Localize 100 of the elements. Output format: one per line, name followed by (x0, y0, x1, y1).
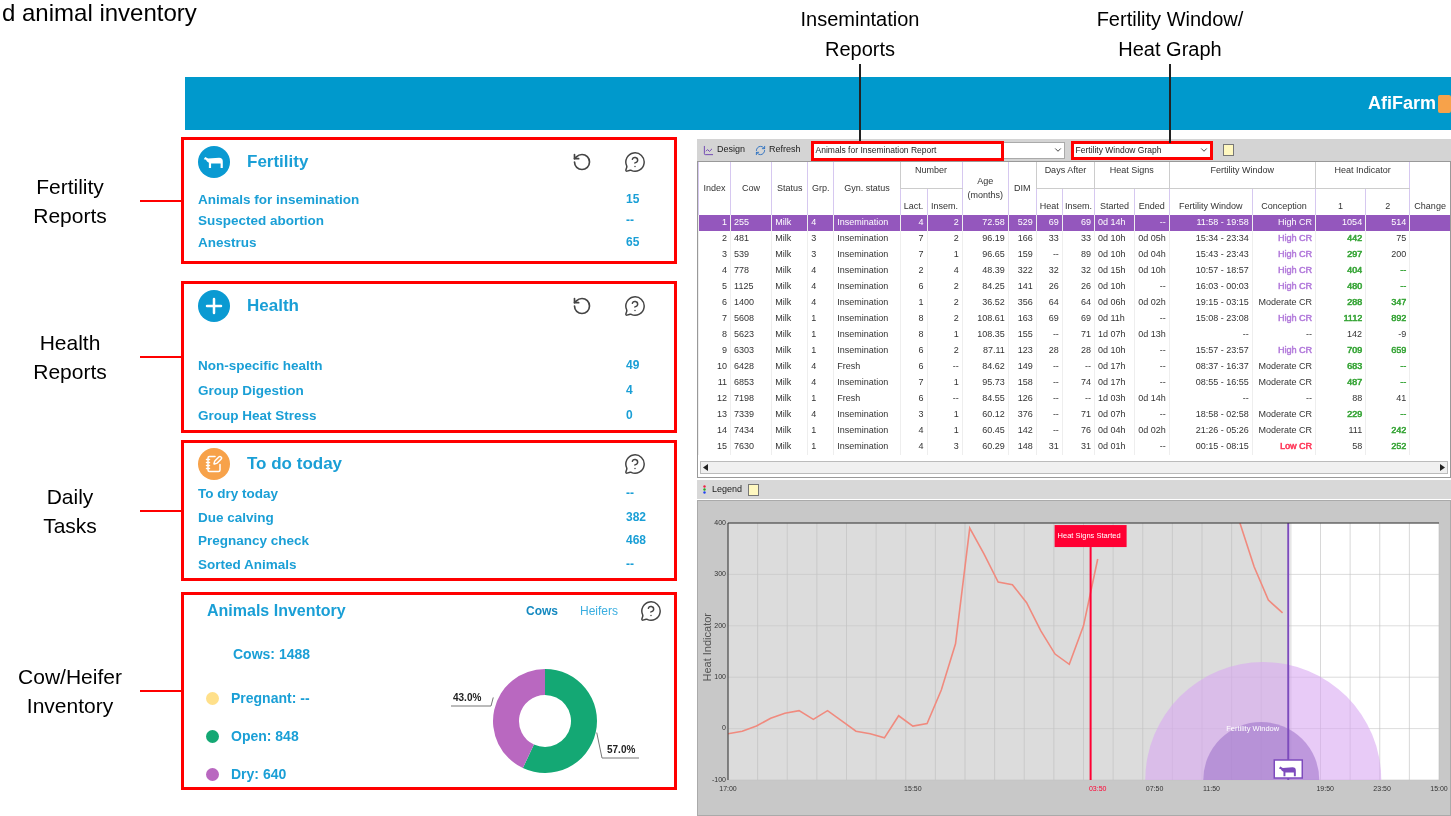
table-row[interactable]: 1 255 Milk 4 Insemination 4 2 72.58 529 69 69 0d 14h -- 11:58 - 19:58 High CR 1054 514 (698, 215, 1450, 231)
legend-label: Dry: 640 (231, 765, 287, 784)
table-cell: 7 (918, 233, 924, 244)
help-icon[interactable] (624, 452, 646, 475)
table-cell: 0d 14h (1138, 393, 1166, 404)
table-cell: 89 (1080, 249, 1091, 260)
report-count: 15 (626, 190, 641, 208)
table-cell: Moderate CR (1258, 361, 1312, 372)
table-row[interactable]: 9 6303 Milk 1 Insemination 6 2 87.11 123 28 28 0d 10h -- 15:57 - 23:57 High CR 709 659 (698, 343, 1450, 359)
scroll-right-icon[interactable] (1440, 464, 1445, 471)
table-cell: -- (1052, 249, 1059, 260)
table-cell: Insemination (837, 441, 889, 452)
table-row[interactable]: 12 7198 Milk 1 Fresh 6 -- 84.55 126 -- -- 1d 03h 0d 14h -- -- 88 41 (698, 391, 1450, 407)
toolbar-button[interactable]: Design (701, 143, 747, 157)
table-cell: 2 (953, 233, 959, 244)
help-icon[interactable] (748, 483, 760, 496)
refresh-icon[interactable] (572, 152, 592, 172)
dropdown-caret-icon[interactable] (1198, 145, 1209, 155)
toolbar-button[interactable]: Refresh (753, 143, 803, 157)
table-row[interactable]: 4 778 Milk 4 Insemination 2 4 48.39 322 32 32 0d 15h 0d 10h 10:57 - 18:57 High CR 404 -- (698, 263, 1450, 279)
table-cell: 404 (1347, 265, 1363, 276)
table-cell: 32 (1080, 265, 1091, 276)
note-pencil-icon (205, 454, 223, 473)
table-row[interactable]: 2 481 Milk 3 Insemination 7 2 96.19 166 33 33 0d 10h 0d 05h 15:34 - 23:34 High CR 442 75 (698, 231, 1450, 247)
table-cell: -- (1159, 345, 1166, 356)
cow-icon (1278, 766, 1296, 777)
help-icon[interactable] (1222, 144, 1234, 156)
annotation-label: Health Reports (32, 330, 108, 385)
table-cell: 6 (722, 297, 728, 308)
table-cell: 15 (717, 441, 728, 452)
table-cell: 15:08 - 23:08 (1195, 313, 1249, 324)
refresh-icon[interactable] (572, 296, 592, 316)
table-cell: -- (1052, 393, 1059, 404)
table-cell: 2 (918, 265, 924, 276)
table-cell: 1d 07h (1097, 329, 1126, 340)
table-row[interactable]: 11 6853 Milk 4 Insemination 7 1 95.73 158 -- 74 0d 17h -- 08:55 - 16:55 Moderate CR 487 -- (698, 375, 1450, 391)
dropdown-caret-icon[interactable] (1052, 145, 1063, 155)
table-row[interactable]: 13 7339 Milk 4 Insemination 3 1 60.12 376 -- 71 0d 07h -- 18:58 - 02:58 Moderate CR 229 -- (698, 407, 1450, 423)
table-cell: -- (1052, 425, 1059, 436)
leader-line (596, 732, 640, 759)
table-row[interactable]: 8 5623 Milk 1 Insemination 8 1 108.35 155 -- 71 1d 07h 0d 13h -- -- 142 -9 (698, 327, 1450, 343)
help-icon[interactable] (624, 151, 646, 173)
table-cell: 95.73 (982, 377, 1005, 388)
table-cell: -- (1400, 361, 1407, 372)
table-cell: 69 (1048, 313, 1059, 324)
table-row[interactable]: 15 7630 Milk 1 Insemination 4 3 60.29 148 31 31 0d 01h -- 00:15 - 08:15 Low CR 58 252 (698, 439, 1450, 455)
table-row[interactable]: 6 1400 Milk 4 Insemination 1 2 36.52 356 64 64 0d 06h 0d 02h 19:15 - 03:15 Moderate CR 288 347 (698, 295, 1450, 311)
table-cell: 26 (1048, 281, 1059, 292)
table-row[interactable]: 7 5608 Milk 1 Insemination 8 2 108.61 163 69 69 0d 11h -- 15:08 - 23:08 High CR 1112 892 (698, 311, 1450, 327)
column-group-header: Fertility Window (1169, 162, 1316, 188)
help-icon[interactable] (624, 295, 646, 317)
table-cell: 1 (918, 297, 924, 308)
horizontal-scrollbar[interactable] (700, 461, 1448, 474)
table-cell: 41 (1396, 393, 1407, 404)
table-cell: 08:37 - 16:37 (1195, 361, 1249, 372)
legend-button[interactable]: Legend (712, 482, 743, 497)
help-icon[interactable] (640, 600, 662, 622)
table-cell: 709 (1347, 345, 1363, 356)
select-value: Animals for Insemination Report (815, 143, 937, 157)
table-row[interactable]: 5 1125 Milk 4 Insemination 6 2 84.25 141 26 26 0d 10h -- 16:03 - 00:03 High CR 480 -- (698, 279, 1450, 295)
table-row[interactable]: 3 539 Milk 3 Insemination 7 1 96.65 159 -- 89 0d 10h 0d 04h 15:43 - 23:43 High CR 297 200 (698, 247, 1450, 263)
table-cell: 19:15 - 03:15 (1195, 297, 1249, 308)
table-cell: Moderate CR (1258, 425, 1312, 436)
table-cell: Moderate CR (1258, 377, 1312, 388)
table-cell: 4 (918, 441, 924, 452)
graph-select[interactable]: Fertility Window Graph (1070, 140, 1213, 160)
table-cell: 4 (811, 265, 817, 276)
table-cell: Milk (775, 265, 792, 276)
report-select[interactable]: Animals for Insemination Report (810, 141, 1065, 159)
table-cell: 487 (1347, 377, 1363, 388)
table-cell: 2 (953, 217, 959, 228)
table-cell: 1 (811, 313, 817, 324)
table-cell: -- (1400, 409, 1407, 420)
table-cell: 1d 03h (1097, 393, 1126, 404)
table-cell: 0d 02h (1138, 425, 1166, 436)
table-cell: 0d 17h (1097, 361, 1126, 372)
table-cell: High CR (1278, 313, 1312, 324)
table-cell: 60.45 (982, 425, 1005, 436)
table-row[interactable]: 10 6428 Milk 4 Fresh 6 -- 84.62 149 -- -- 0d 17h -- 08:37 - 16:37 Moderate CR 683 -- (698, 359, 1450, 375)
tab[interactable]: Cows (525, 602, 558, 620)
table-cell: Milk (775, 441, 792, 452)
table-cell: 0d 06h (1097, 297, 1126, 308)
table-cell: High CR (1278, 233, 1312, 244)
table-cell: 376 (1017, 409, 1033, 420)
table-cell: 1 (811, 345, 817, 356)
table-cell: -- (1159, 441, 1166, 452)
table-cell: Insemination (837, 345, 889, 356)
scroll-left-icon[interactable] (703, 464, 708, 471)
table-row[interactable]: 14 7434 Milk 1 Insemination 4 1 60.45 142 -- 76 0d 04h 0d 02h 21:26 - 05:26 Moderate CR 111 242 (698, 423, 1450, 439)
table-cell: 58 (1352, 441, 1363, 452)
table-cell: 108.61 (977, 313, 1005, 324)
panel-title: To do today (247, 452, 343, 475)
cow-icon (203, 154, 225, 170)
percent-label: 57.0% (607, 744, 636, 755)
table-cell: 9 (722, 345, 728, 356)
table-cell: -- (1306, 393, 1312, 404)
table-cell: Milk (775, 249, 792, 260)
chart-icon (703, 144, 714, 156)
table-cell: 163 (1017, 313, 1033, 324)
table-cell: Insemination (837, 329, 889, 340)
